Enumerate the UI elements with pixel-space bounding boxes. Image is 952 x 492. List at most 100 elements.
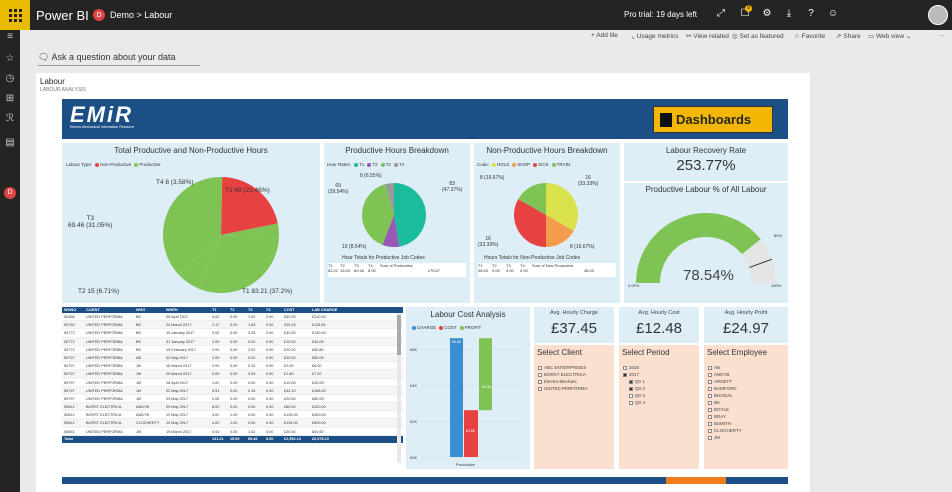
notifications-icon[interactable]: ☐ 9 bbox=[738, 5, 752, 19]
bar-charge[interactable] bbox=[450, 338, 463, 457]
bar-profit[interactable] bbox=[479, 338, 492, 411]
labour-recovery-card[interactable]: Labour Recovery Rate 253.77% bbox=[624, 143, 788, 181]
breadcrumb[interactable]: Demo > Labour bbox=[110, 10, 172, 20]
productive-pct-gauge[interactable] bbox=[624, 183, 788, 303]
employee-slicer[interactable]: Select Employee AB ANDYB ARNETT BAMFORD BHOG… bbox=[704, 345, 788, 469]
table-row[interactable]: 50772 UNITED PERFORMA BK 19 January 2017 0.0… bbox=[62, 329, 403, 338]
trial-notice[interactable]: Pro trial: 19 days left bbox=[624, 10, 697, 19]
checkbox[interactable] bbox=[629, 379, 633, 384]
recent-clock-icon[interactable]: ◷ bbox=[3, 72, 17, 86]
checkbox[interactable] bbox=[538, 372, 542, 377]
table-row[interactable]: 50812 BORST ELECTRICA CLOCHERTY 10 May 2017… bbox=[62, 419, 403, 428]
bar-cost[interactable] bbox=[464, 410, 478, 457]
table-scrollbar[interactable] bbox=[397, 313, 401, 463]
productive-hours-pie[interactable] bbox=[324, 143, 470, 303]
non-productive-hours-tile[interactable]: Non-Productive Hours Breakdown Code: HOLS… bbox=[474, 143, 620, 303]
help-icon[interactable]: ? bbox=[804, 8, 818, 19]
slicer-item[interactable]: Qtr 1 bbox=[629, 378, 699, 385]
checkbox[interactable] bbox=[708, 407, 712, 412]
table-row[interactable]: 50797 UNITED PERFORMA JM 20 March 2017 0.00 0… bbox=[62, 370, 403, 379]
checkbox[interactable] bbox=[708, 435, 712, 440]
slicer-item[interactable]: ARNETT bbox=[708, 378, 788, 385]
slicer-item[interactable]: Qtr 3 bbox=[629, 392, 699, 399]
labour-cost-tile[interactable]: Labour Cost Analysis CHARGE COST PROFIT £6… bbox=[406, 307, 530, 469]
checkbox[interactable] bbox=[629, 386, 633, 391]
slicer-item[interactable]: 2017 bbox=[623, 371, 699, 378]
non-productive-hours-pie[interactable] bbox=[474, 143, 620, 303]
apps-icon[interactable]: ⊞ bbox=[3, 92, 17, 106]
app-launcher-icon[interactable] bbox=[0, 0, 30, 30]
client-slicer[interactable]: Select Client ABC ENTERPRISES BORST ELECT… bbox=[534, 345, 614, 469]
slicer-item[interactable]: ANDYB bbox=[708, 371, 788, 378]
labour-cost-chart[interactable] bbox=[406, 307, 530, 469]
avatar[interactable] bbox=[928, 5, 948, 25]
slicer-item[interactable]: BSMITH bbox=[708, 420, 788, 427]
avg-hourly-cost-card[interactable]: Avg. Hourly Cost £12.48 bbox=[619, 307, 699, 343]
slicer-item[interactable]: JM bbox=[708, 434, 788, 441]
table-row[interactable]: 50812 BORST ELECTRICA ANDYB 10 May 2017 4.00… bbox=[62, 411, 403, 420]
checkbox[interactable] bbox=[708, 386, 712, 391]
table-row[interactable]: 50797 UNITED PERFORMA JM 09 May 2017 2.06 0.0… bbox=[62, 395, 403, 404]
table-row[interactable]: 50812 BORST ELECTRICA ANDYB 09 May 2017 8.00… bbox=[62, 403, 403, 412]
qna-input[interactable]: 🗨 Ask a question about your data bbox=[38, 52, 176, 63]
slicer-item[interactable]: CLOCHERTY bbox=[708, 427, 788, 434]
table-row[interactable]: 50772 UNITED PERFORMA BK 31 January 2017 2.0… bbox=[62, 337, 403, 346]
pie2-slice-t1[interactable] bbox=[394, 183, 426, 247]
slicer-item[interactable]: 2016 bbox=[623, 364, 699, 371]
checkbox[interactable] bbox=[708, 421, 712, 426]
productive-hours-tile[interactable]: Productive Hours Breakdown Hour Rates: T1… bbox=[324, 143, 470, 303]
checkbox[interactable] bbox=[708, 428, 712, 433]
favorites-star-icon[interactable]: ☆ bbox=[3, 52, 17, 66]
total-hours-tile[interactable]: Total Productive and Non-Productive Hour… bbox=[62, 143, 320, 303]
checkbox[interactable] bbox=[538, 379, 542, 384]
slicer-item[interactable]: ABC ENTERPRISES bbox=[538, 364, 614, 371]
hamburger-icon[interactable]: ≡ bbox=[3, 30, 17, 44]
slicer-item[interactable]: BRAY bbox=[708, 413, 788, 420]
table-row[interactable]: 50468 UNITED PERFORMA BK 06 April 2017 4.00 0… bbox=[62, 313, 403, 322]
checkbox[interactable] bbox=[708, 414, 712, 419]
workspaces-icon[interactable]: ▤ bbox=[3, 136, 17, 150]
more-options-icon[interactable]: ··· bbox=[938, 32, 945, 39]
table-row[interactable]: 50797 UNITED PERFORMA JM 02 May 2017 3.91 0.0… bbox=[62, 386, 403, 395]
view-related-button[interactable]: ⚯ View related bbox=[686, 32, 729, 40]
checkbox[interactable] bbox=[629, 400, 633, 405]
table-row[interactable]: 50772 UNITED PERFORMA BK 15 February 2017 0.… bbox=[62, 346, 403, 354]
share-button[interactable]: ⇗ Share bbox=[836, 32, 861, 40]
period-slicer[interactable]: Select Period 2016 2017 Qtr 1 Qtr 2 Qtr 3 Qtr… bbox=[619, 345, 699, 469]
settings-gear-icon[interactable]: ⚙ bbox=[760, 8, 774, 19]
checkbox[interactable] bbox=[708, 379, 712, 384]
usage-metrics-button[interactable]: ⌞ Usage metrics bbox=[632, 32, 678, 40]
table-row[interactable]: 50797 UNITED PERFORMA JM 16 March 2017 0.00 0… bbox=[62, 362, 403, 371]
checkbox[interactable] bbox=[708, 393, 712, 398]
slicer-item[interactable]: Qtr 4 bbox=[629, 399, 699, 406]
checkbox[interactable] bbox=[623, 372, 627, 377]
slicer-item[interactable]: Qtr 2 bbox=[629, 385, 699, 392]
avg-hourly-charge-card[interactable]: Avg. Hourly Charge £37.45 bbox=[534, 307, 614, 343]
checkbox[interactable] bbox=[538, 365, 542, 370]
work-orders-table[interactable]: WONO CLIENT WHO WHEN T1 T2 T3 T4 COST LAB CHARGE … bbox=[62, 307, 403, 469]
slicer-item[interactable]: BAMFORD bbox=[708, 385, 788, 392]
web-view-button[interactable]: ▭ Web view ⌄ bbox=[868, 32, 911, 40]
checkbox[interactable] bbox=[538, 386, 542, 391]
add-tile-button[interactable]: + Add tile bbox=[591, 32, 618, 39]
app-title[interactable]: Power BI bbox=[36, 8, 89, 23]
expand-icon[interactable]: ⤢ bbox=[714, 8, 728, 19]
avg-hourly-profit-card[interactable]: Avg. Hourly Profit £24.97 bbox=[704, 307, 788, 343]
favorite-button[interactable]: ☆ Favorite bbox=[794, 32, 825, 40]
checkbox[interactable] bbox=[708, 365, 712, 370]
feedback-smiley-icon[interactable]: ☺ bbox=[826, 8, 840, 19]
slicer-item[interactable]: AB bbox=[708, 364, 788, 371]
set-featured-button[interactable]: ◎ Set as featured bbox=[732, 32, 784, 40]
slicer-item[interactable]: BHOGAL bbox=[708, 392, 788, 399]
table-row[interactable]: 50851 UNITED PERFORMA JM 19 March 2017 0.00 0… bbox=[62, 428, 403, 436]
download-icon[interactable]: ⤓ bbox=[782, 8, 796, 19]
table-row[interactable]: 50750 UNITED PERFORMA BK 24 March 2017 2.17 0… bbox=[62, 321, 403, 330]
slicer-item[interactable]: BK bbox=[708, 399, 788, 406]
checkbox[interactable] bbox=[629, 393, 633, 398]
workspace-avatar[interactable]: D bbox=[4, 187, 16, 199]
checkbox[interactable] bbox=[708, 400, 712, 405]
checkbox[interactable] bbox=[708, 372, 712, 377]
table-row[interactable]: 50797 UNITED PERFORMA AB 02 May 2017 2.00 0.0… bbox=[62, 353, 403, 363]
slicer-item[interactable]: BOYLE bbox=[708, 406, 788, 413]
slicer-item[interactable]: UNITED PERFORMA bbox=[538, 385, 614, 392]
